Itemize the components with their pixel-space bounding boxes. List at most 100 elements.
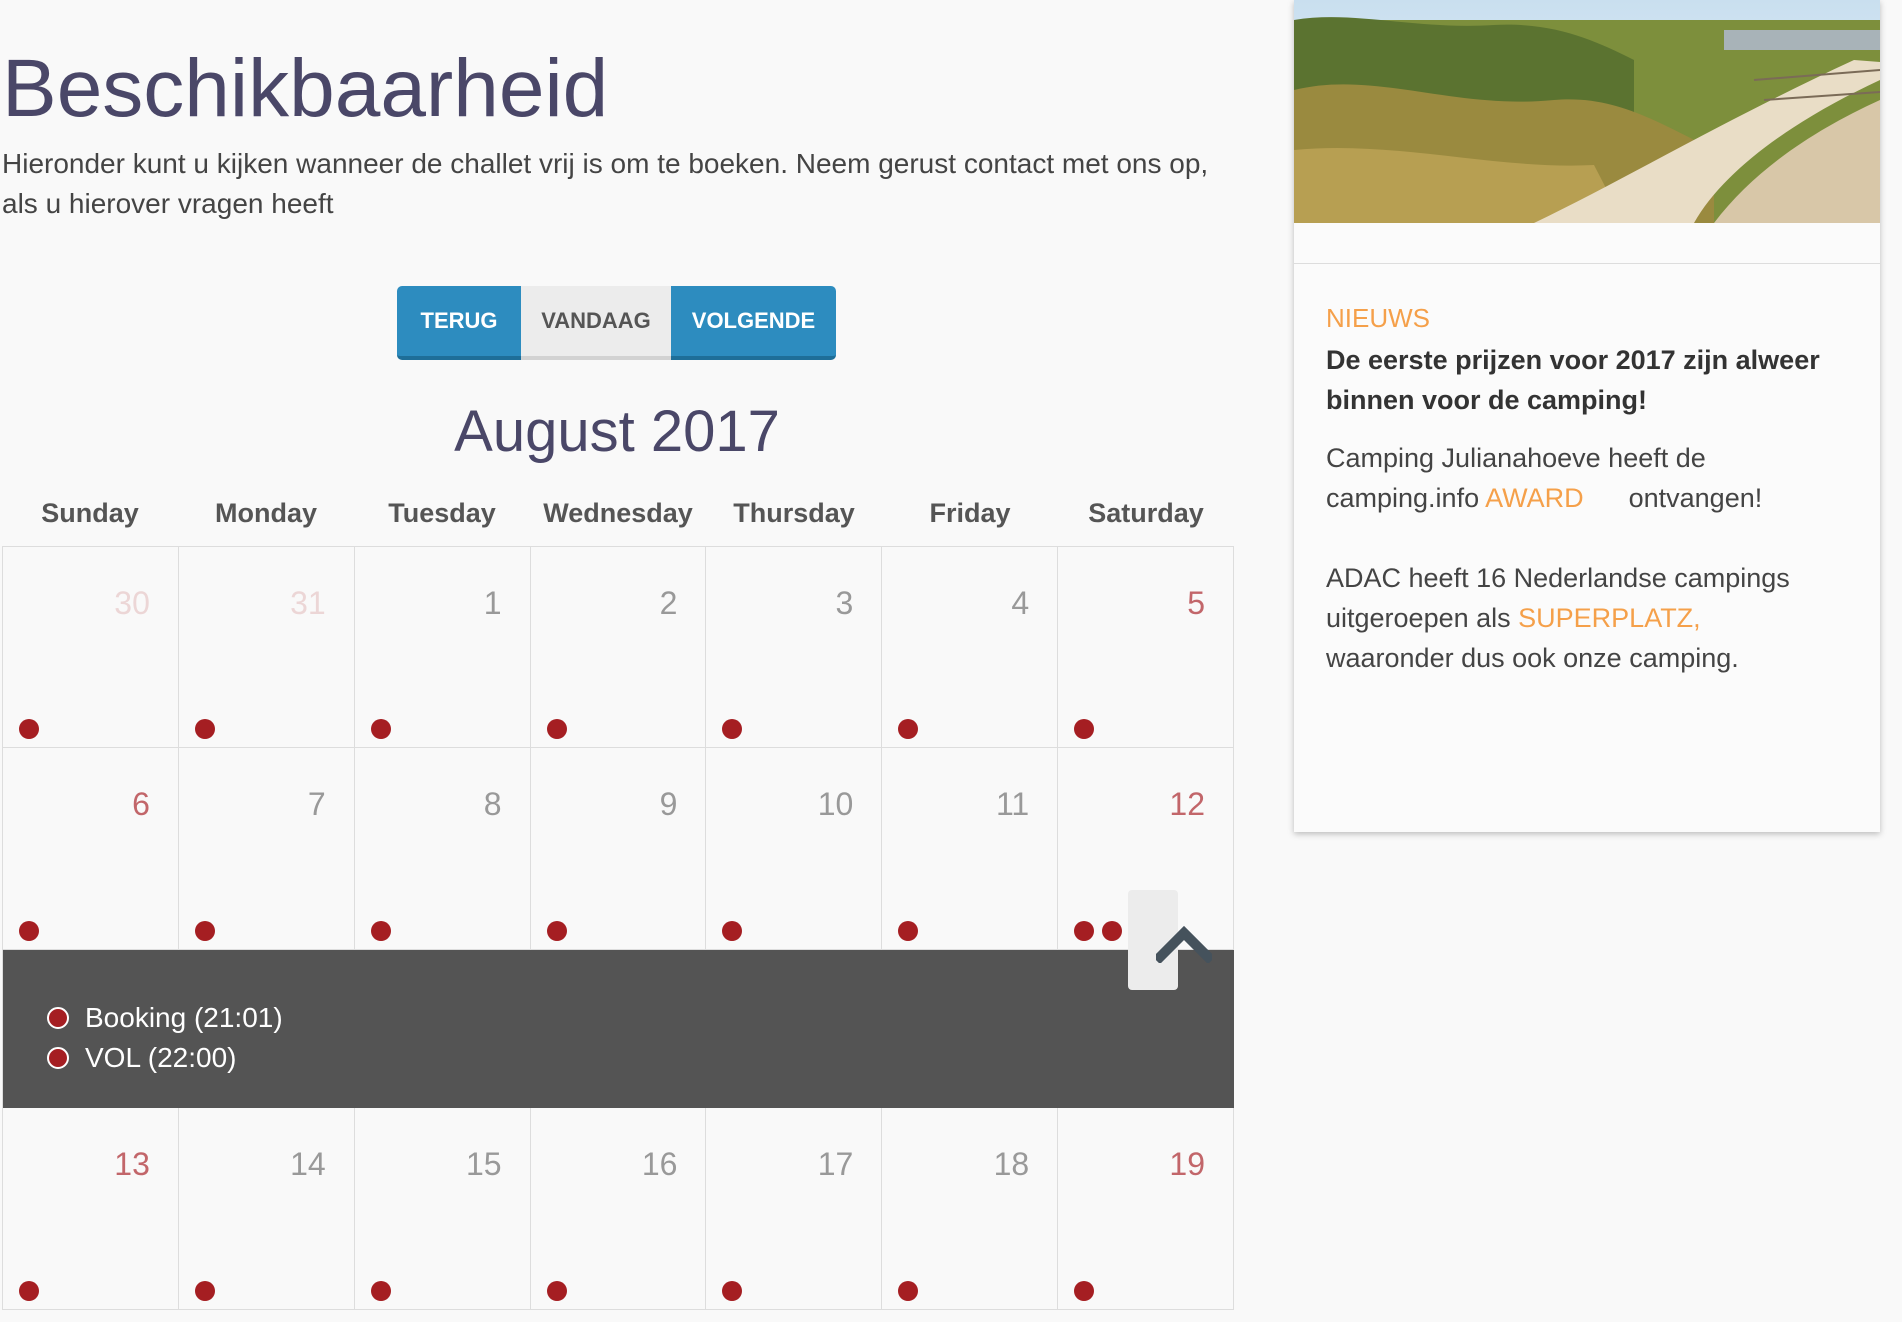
day-number: 8 <box>483 786 502 822</box>
month-title: August 2017 <box>454 399 780 464</box>
event-item[interactable]: Booking (21:01) <box>47 1002 283 1034</box>
event-dot-icon[interactable] <box>19 719 39 739</box>
calendar-day[interactable]: 7 <box>178 748 355 950</box>
news-label: NIEUWS <box>1326 303 1430 333</box>
event-label: VOL (22:00) <box>85 1042 237 1073</box>
event-dot-icon[interactable] <box>370 921 391 941</box>
page-intro: Hieronder kunt u kijken wanneer de chall… <box>2 148 1209 219</box>
day-number: 9 <box>659 786 678 822</box>
news-text: ontvangen! <box>1583 483 1763 513</box>
event-dot-icon[interactable] <box>546 719 567 739</box>
scroll-to-top-button[interactable] <box>1128 890 1212 990</box>
calendar-week: 30 31 1 2 3 4 5 <box>2 546 1235 748</box>
day-number: 15 <box>465 1146 502 1182</box>
calendar-day[interactable]: 6 <box>3 748 179 950</box>
sidebar-news-card: NIEUWS De eerste prijzen voor 2017 zijn … <box>1294 0 1880 832</box>
day-number: 10 <box>817 786 854 822</box>
day-number: 16 <box>641 1146 678 1182</box>
event-dot-icon[interactable] <box>1074 719 1095 739</box>
event-dot-icon[interactable] <box>19 1281 39 1301</box>
weekday-thursday: Thursday <box>733 498 855 528</box>
calendar-nav: TERUG VANDAAG VOLGENDE <box>397 286 836 360</box>
event-dot-icon[interactable] <box>546 921 567 941</box>
event-dot-icon[interactable] <box>898 921 919 941</box>
day-number: 11 <box>995 786 1030 822</box>
page-title: Beschikbaarheid <box>2 43 609 134</box>
event-dot-icon[interactable] <box>194 1281 215 1301</box>
day-events-panel: Booking (21:01) VOL (22:00) <box>2 950 1234 1108</box>
calendar-day[interactable]: 10 <box>706 748 883 950</box>
superplatz-link[interactable]: SUPERPLATZ, <box>1518 603 1701 633</box>
day-number: 14 <box>290 1146 326 1182</box>
today-button[interactable]: VANDAAG <box>521 286 671 360</box>
news-paragraph: ADAC heeft 16 Nederlandse campings uitge… <box>1326 558 1856 678</box>
calendar-day[interactable]: 19 <box>1058 1108 1235 1310</box>
weekday-wednesday: Wednesday <box>543 498 693 528</box>
dune-path-photo <box>1294 0 1880 223</box>
event-dot-icon[interactable] <box>722 921 743 941</box>
event-label: Booking (21:01) <box>85 1002 283 1033</box>
day-number: 4 <box>1011 585 1030 621</box>
event-dot-icon[interactable] <box>898 1281 919 1301</box>
event-dot-icon[interactable] <box>1074 921 1095 941</box>
event-dot-icon[interactable] <box>194 921 215 941</box>
calendar-day[interactable]: 15 <box>354 1108 531 1310</box>
day-number: 13 <box>114 1146 150 1182</box>
event-dot-icon[interactable] <box>194 719 215 739</box>
calendar-day[interactable]: 30 <box>3 546 179 748</box>
day-number: 17 <box>817 1146 854 1182</box>
day-number: 3 <box>835 585 854 621</box>
event-dot-icon[interactable] <box>19 921 39 941</box>
calendar-day[interactable]: 9 <box>530 748 707 950</box>
event-dot-icon[interactable] <box>1074 1281 1095 1301</box>
event-dot-icon[interactable] <box>722 719 743 739</box>
event-dot-icon[interactable] <box>722 1281 743 1301</box>
weekday-header: Sunday Monday Tuesday Wednesday Thursday… <box>2 498 1234 529</box>
calendar-day[interactable]: 1 <box>354 546 531 748</box>
chevron-up-icon <box>1156 925 1212 963</box>
event-dot-icon[interactable] <box>1102 921 1123 941</box>
calendar-day[interactable]: 4 <box>882 546 1059 748</box>
event-dot-icon[interactable] <box>546 1281 567 1301</box>
calendar-day[interactable]: 16 <box>530 1108 707 1310</box>
day-number: 12 <box>1169 786 1206 822</box>
calendar-day[interactable]: 31 <box>178 546 355 748</box>
calendar-day[interactable]: 3 <box>706 546 883 748</box>
day-number: 19 <box>1169 1146 1206 1182</box>
day-number: 7 <box>307 786 326 822</box>
next-button[interactable]: VOLGENDE <box>671 286 836 360</box>
calendar-day[interactable]: 17 <box>706 1108 883 1310</box>
calendar-day[interactable]: 13 <box>3 1108 179 1310</box>
weekday-tuesday: Tuesday <box>388 498 496 528</box>
event-dot-icon <box>47 1047 69 1069</box>
day-number: 30 <box>114 585 150 621</box>
day-number: 2 <box>659 585 678 621</box>
divider <box>1294 263 1880 264</box>
event-item[interactable]: VOL (22:00) <box>47 1042 236 1074</box>
day-number: 31 <box>290 585 326 621</box>
calendar-day[interactable]: 14 <box>178 1108 355 1310</box>
weekday-friday: Friday <box>929 498 1011 528</box>
weekday-monday: Monday <box>214 498 317 528</box>
calendar-day[interactable]: 11 <box>882 748 1059 950</box>
news-headline: De eerste prijzen voor 2017 zijn alweer … <box>1326 345 1820 415</box>
calendar-grid: 30 31 1 2 3 4 5 6 7 8 9 10 11 12 Booking… <box>2 546 1235 1310</box>
calendar-day[interactable]: 2 <box>530 546 707 748</box>
event-dot-icon[interactable] <box>370 719 391 739</box>
calendar-day[interactable]: 8 <box>354 748 531 950</box>
award-link[interactable]: AWARD <box>1485 483 1584 513</box>
day-number: 18 <box>993 1146 1030 1182</box>
event-dot-icon[interactable] <box>370 1281 391 1301</box>
day-number: 1 <box>483 585 502 621</box>
event-dot-icon <box>47 1007 69 1029</box>
calendar-week: 6 7 8 9 10 11 12 <box>2 748 1235 950</box>
calendar-week: 13 14 15 16 17 18 19 <box>2 1108 1235 1310</box>
news-paragraph: Camping Julianahoeve heeft de camping.in… <box>1326 438 1856 518</box>
day-number: 5 <box>1187 585 1206 621</box>
weekday-sunday: Sunday <box>41 498 139 528</box>
previous-button[interactable]: TERUG <box>397 286 521 360</box>
calendar-day[interactable]: 5 <box>1058 546 1235 748</box>
calendar-day[interactable]: 18 <box>882 1108 1059 1310</box>
event-dot-icon[interactable] <box>898 719 919 739</box>
weekday-saturday: Saturday <box>1088 498 1204 528</box>
